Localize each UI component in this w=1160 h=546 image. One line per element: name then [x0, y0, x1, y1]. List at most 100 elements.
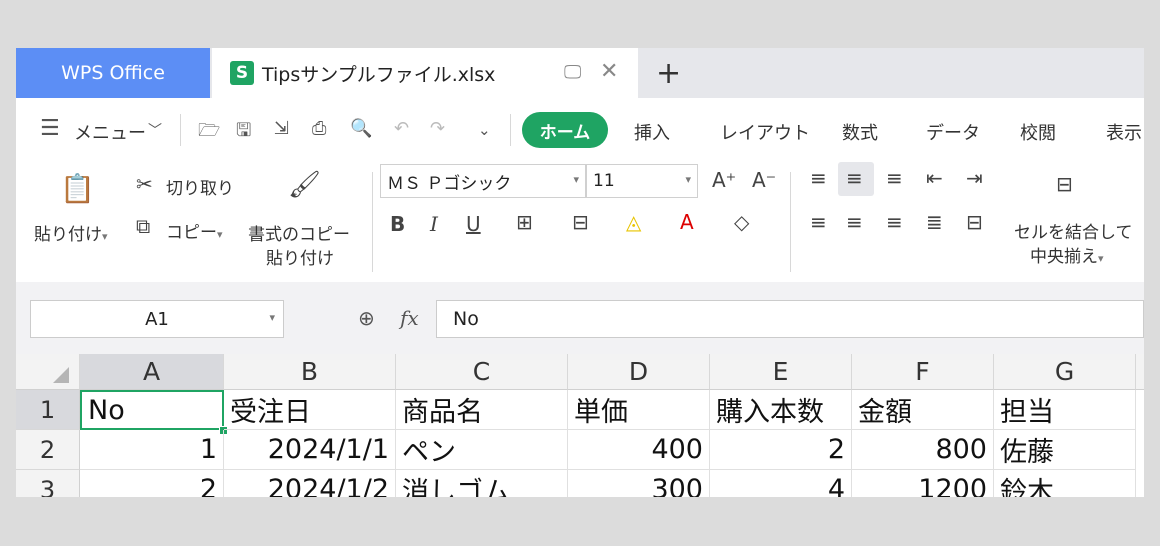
hamburger-icon[interactable]: ☰ — [40, 116, 60, 141]
print-icon[interactable]: ⎙ — [312, 118, 326, 139]
cell-g2[interactable]: 佐藤 — [994, 430, 1136, 470]
cell-e1[interactable]: 購入本数 — [710, 390, 852, 430]
merge-center-button-2[interactable]: 中央揃え▾ — [1030, 242, 1104, 267]
undo-icon[interactable]: ↶ — [394, 118, 409, 139]
increase-font-icon[interactable]: A⁺ — [712, 168, 736, 192]
cell-c2[interactable]: ペン — [396, 430, 568, 470]
fx-icon[interactable]: fx — [400, 306, 419, 330]
border-icon[interactable]: ⊞ — [516, 210, 533, 234]
cell-f1[interactable]: 金額 — [852, 390, 994, 430]
tab-review[interactable]: 校閲 — [1020, 119, 1056, 145]
cut-button[interactable]: 切り取り — [166, 174, 234, 199]
select-all-triangle-icon — [53, 367, 69, 383]
column-header-e[interactable]: E — [710, 354, 852, 390]
tab-layout[interactable]: レイアウト — [720, 119, 810, 145]
formula-input[interactable]: No — [436, 300, 1144, 338]
cell-style-icon[interactable]: ⊟ — [572, 210, 589, 234]
cell-b2[interactable]: 2024/1/1 — [224, 430, 396, 470]
tab-home[interactable]: ホーム — [522, 112, 608, 148]
format-painter-icon[interactable]: 🖌 — [288, 170, 321, 200]
open-folder-icon[interactable]: 🗁 — [198, 118, 220, 148]
divider — [510, 114, 511, 146]
tab-view[interactable]: 表示 — [1106, 119, 1142, 145]
font-size-select[interactable]: 11 ▾ — [586, 164, 698, 198]
cell-a3[interactable]: 2 — [80, 470, 224, 497]
zoom-search-icon[interactable]: ⊕ — [358, 306, 375, 330]
column-header-b[interactable]: B — [224, 354, 396, 390]
italic-icon[interactable]: I — [430, 212, 438, 236]
cell-a1[interactable]: No — [80, 390, 224, 430]
tab-formulas[interactable]: 数式 — [842, 119, 878, 145]
pin-window-icon[interactable]: 🖵 — [564, 62, 581, 83]
cell-g3[interactable]: 鈴木 — [994, 470, 1136, 497]
redo-icon[interactable]: ↷ — [430, 118, 445, 139]
align-center-icon[interactable]: ≡ — [846, 210, 863, 234]
column-header-a[interactable]: A — [80, 354, 224, 390]
font-size-value: 11 — [593, 171, 615, 191]
underline-icon[interactable]: U — [466, 212, 481, 236]
cell-f3[interactable]: 1200 — [852, 470, 994, 497]
cell-a2[interactable]: 1 — [80, 430, 224, 470]
bold-icon[interactable]: B — [390, 212, 405, 236]
cell-e2[interactable]: 2 — [710, 430, 852, 470]
save-icon[interactable]: 🖫 — [236, 118, 251, 148]
align-bottom-icon[interactable]: ≡ — [886, 166, 903, 190]
divider — [372, 172, 373, 272]
row-header-1[interactable]: 1 — [16, 390, 80, 430]
chevron-down-icon[interactable]: ▾ — [269, 311, 275, 324]
font-color-icon[interactable]: A — [680, 210, 694, 234]
export-icon[interactable]: ⇲ — [274, 118, 289, 139]
align-top-icon[interactable]: ≡ — [810, 166, 827, 190]
eraser-icon[interactable]: ◇ — [734, 210, 749, 234]
cell-d3[interactable]: 300 — [568, 470, 710, 497]
tab-file[interactable]: S Tipsサンプルファイル.xlsx 🖵 ✕ — [212, 48, 638, 98]
spreadsheet-grid: A B C D E F G 1 No 受注日 商品名 単価 購入本数 金額 担当… — [16, 354, 1144, 497]
print-preview-icon[interactable]: 🔍 — [350, 118, 372, 139]
cell-e3[interactable]: 4 — [710, 470, 852, 497]
row-header-3[interactable]: 3 — [16, 470, 80, 497]
cell-c1[interactable]: 商品名 — [396, 390, 568, 430]
paste-button[interactable]: 貼り付け▾ — [34, 220, 108, 245]
menu-button[interactable]: メニュー — [74, 119, 146, 145]
align-left-icon[interactable]: ≡ — [810, 210, 827, 234]
name-box[interactable]: A1 ▾ — [30, 300, 284, 338]
cell-d1[interactable]: 単価 — [568, 390, 710, 430]
format-painter-label[interactable]: 書式のコピー — [248, 220, 350, 245]
increase-indent-icon[interactable]: ⇥ — [966, 166, 983, 190]
decrease-font-icon[interactable]: A⁻ — [752, 168, 776, 192]
paste-icon[interactable]: 📋 — [60, 172, 95, 205]
decrease-indent-icon[interactable]: ⇤ — [926, 166, 943, 190]
tab-insert[interactable]: 挿入 — [634, 119, 670, 145]
customize-toolbar-icon[interactable]: ⌄ — [478, 121, 491, 139]
merge-center-button[interactable]: セルを結合して — [1014, 218, 1133, 243]
select-all-corner[interactable] — [16, 354, 80, 390]
cell-g1[interactable]: 担当 — [994, 390, 1136, 430]
cell-f2[interactable]: 800 — [852, 430, 994, 470]
column-header-g[interactable]: G — [994, 354, 1136, 390]
distributed-icon[interactable]: ⊟ — [966, 210, 983, 234]
column-header-h[interactable] — [1136, 354, 1144, 390]
row-header-2[interactable]: 2 — [16, 430, 80, 470]
align-right-icon[interactable]: ≡ — [886, 210, 903, 234]
merge-center-icon[interactable]: ⊟ — [1056, 172, 1073, 196]
tab-data[interactable]: データ — [926, 119, 980, 145]
column-header-f[interactable]: F — [852, 354, 994, 390]
font-name-select[interactable]: ＭＳ Ｐゴシック ▾ — [380, 164, 586, 198]
cell-b3[interactable]: 2024/1/2 — [224, 470, 396, 497]
close-icon[interactable]: ✕ — [600, 59, 618, 84]
format-painter-label-2[interactable]: 貼り付け — [266, 244, 334, 269]
cell-d2[interactable]: 400 — [568, 430, 710, 470]
chevron-down-icon[interactable]: ﹀ — [148, 120, 162, 140]
copy-button[interactable]: コピー▾ — [166, 218, 223, 243]
column-header-d[interactable]: D — [568, 354, 710, 390]
cell-c3[interactable]: 消しゴム — [396, 470, 568, 497]
cut-icon[interactable]: ✂ — [136, 172, 153, 196]
fill-color-icon[interactable]: ◬ — [626, 210, 641, 234]
justify-icon[interactable]: ≣ — [926, 210, 943, 234]
cell-b1[interactable]: 受注日 — [224, 390, 396, 430]
new-tab-button[interactable]: + — [656, 56, 681, 91]
align-middle-icon[interactable]: ≡ — [846, 166, 863, 190]
copy-icon[interactable]: ⧉ — [136, 214, 150, 238]
column-header-c[interactable]: C — [396, 354, 568, 390]
tab-wps-office[interactable]: WPS Office — [16, 48, 210, 98]
